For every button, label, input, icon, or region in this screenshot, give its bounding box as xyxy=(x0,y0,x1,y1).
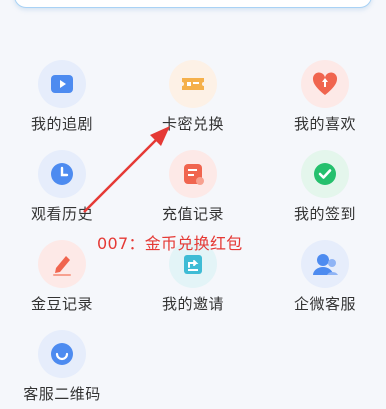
service-qrcode-icon xyxy=(38,330,86,378)
menu-item-wecom-service[interactable]: 企微客服 xyxy=(270,240,380,320)
menu-item-label: 观看历史 xyxy=(30,205,93,223)
annotation-text: 007：金币兑换红包 xyxy=(97,234,243,253)
play-video-icon xyxy=(38,60,86,108)
checkin-icon xyxy=(301,150,349,198)
menu-item-label: 企微客服 xyxy=(293,295,356,313)
menu-item-label: 我的追剧 xyxy=(30,115,93,133)
ticket-icon xyxy=(169,60,217,108)
menu-item-watch-history[interactable]: 观看历史 xyxy=(7,150,117,230)
menu-item-service-qrcode[interactable]: 客服二维码 xyxy=(7,330,117,409)
menu-item-my-checkin[interactable]: 我的签到 xyxy=(270,150,380,230)
menu-item-label: 充值记录 xyxy=(161,205,224,223)
menu-item-label: 客服二维码 xyxy=(23,385,101,403)
menu-item-label: 我的邀请 xyxy=(161,295,224,313)
menu-item-card-redeem[interactable]: 卡密兑换 xyxy=(138,60,248,140)
menu-item-my-follow[interactable]: 我的追剧 xyxy=(7,60,117,140)
feature-grid: 我的追剧 卡密兑换 我的喜欢 观看历史 充值记录 我的签到 金豆记录 我的邀请 … xyxy=(0,0,386,409)
menu-item-my-likes[interactable]: 我的喜欢 xyxy=(270,60,380,140)
wecom-service-icon xyxy=(301,240,349,288)
menu-item-label: 卡密兑换 xyxy=(161,115,224,133)
menu-item-label: 我的签到 xyxy=(293,205,356,223)
menu-item-label: 我的喜欢 xyxy=(293,115,356,133)
pen-record-icon xyxy=(38,240,86,288)
recharge-record-icon xyxy=(169,150,217,198)
heart-icon xyxy=(301,60,349,108)
clock-icon xyxy=(38,150,86,198)
menu-item-label: 金豆记录 xyxy=(30,295,93,313)
menu-item-recharge-record[interactable]: 充值记录 xyxy=(138,150,248,230)
